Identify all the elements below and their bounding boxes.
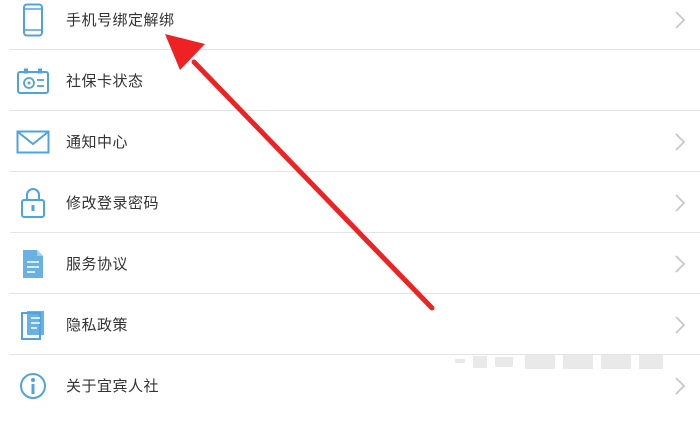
menu-item-label: 通知中心: [66, 133, 129, 151]
chevron-right-icon: [675, 315, 686, 334]
menu-item-label: 关于宜宾人社: [66, 377, 160, 395]
social-security-card-icon: [15, 63, 51, 99]
menu-item-label: 服务协议: [66, 255, 129, 273]
info-icon: [15, 368, 51, 404]
menu-item-label: 手机号绑定解绑: [66, 11, 175, 29]
envelope-icon: [15, 124, 51, 160]
settings-screen: 手机号绑定解绑 社保卡状态 通知中心 修改登录密码 服务协议 隐私政策 关于宜宾…: [0, 0, 700, 435]
chevron-right-icon: [675, 132, 686, 151]
menu-item-phone-binding[interactable]: 手机号绑定解绑: [0, 0, 700, 50]
chevron-right-icon: [675, 10, 686, 29]
menu-item-label: 隐私政策: [66, 316, 129, 334]
menu-item-label: 修改登录密码: [66, 194, 160, 212]
menu-item-notification-center[interactable]: 通知中心: [0, 111, 700, 172]
chevron-right-icon: [675, 254, 686, 273]
privacy-document-icon: [15, 307, 51, 343]
watermark-graphic: [455, 355, 663, 369]
menu-item-change-login-password[interactable]: 修改登录密码: [0, 172, 700, 233]
phone-icon: [15, 2, 51, 38]
chevron-right-icon: [675, 376, 686, 395]
document-icon: [15, 246, 51, 282]
menu-item-service-agreement[interactable]: 服务协议: [0, 233, 700, 294]
menu-item-social-security-card-status[interactable]: 社保卡状态: [0, 50, 700, 111]
lock-icon: [15, 185, 51, 221]
menu-item-privacy-policy[interactable]: 隐私政策: [0, 294, 700, 355]
chevron-right-icon: [675, 193, 686, 212]
menu-item-label: 社保卡状态: [66, 72, 144, 90]
